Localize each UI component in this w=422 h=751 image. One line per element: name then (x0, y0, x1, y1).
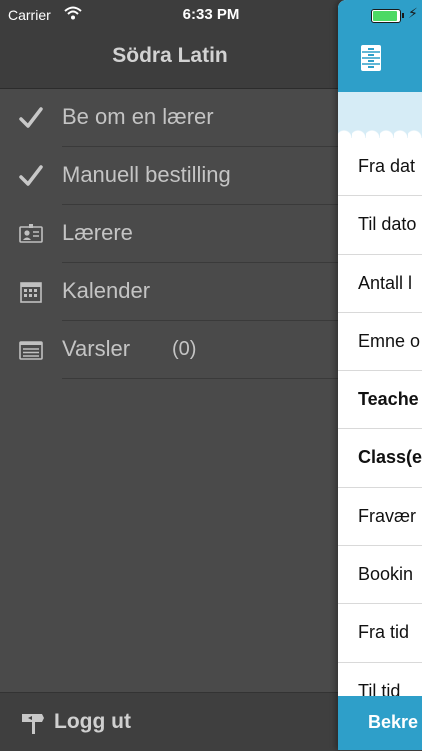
menu-item-varsler[interactable]: Varsler (0) (0, 321, 340, 379)
divider (62, 378, 340, 379)
form-row-booking[interactable]: Bookin (338, 546, 422, 605)
contact-card-icon (18, 222, 44, 246)
signpost-icon (20, 711, 46, 740)
menu-item-label: Be om en lærer (62, 104, 214, 129)
confirm-label: Bekre (368, 712, 419, 732)
menu-item-laerere[interactable]: Lærere (0, 205, 340, 263)
form-row-fra-dato[interactable]: Fra dat (338, 138, 422, 197)
cabinet-icon[interactable] (360, 44, 382, 77)
calendar-icon (18, 280, 44, 304)
form-row-teacher[interactable]: Teache (338, 371, 422, 430)
form-row-class[interactable]: Class(e (338, 429, 422, 488)
header-pattern (338, 92, 422, 138)
menu-item-label: Kalender (62, 278, 151, 303)
form-row-fravaer[interactable]: Fravær (338, 488, 422, 547)
menu-item-label: Manuell bestilling (62, 162, 231, 187)
confirm-button[interactable]: Bekre (338, 696, 422, 750)
battery-icon (371, 9, 404, 23)
checkmark-icon (18, 164, 44, 188)
list-icon (18, 338, 44, 362)
row-label: Teache (358, 389, 419, 410)
form-rows: Fra dat Til dato Antall l Emne o Teache … (338, 138, 422, 721)
logout-label: Logg ut (54, 710, 131, 733)
row-label: Fravær (358, 505, 416, 526)
menu-item-manuell-bestilling[interactable]: Manuell bestilling (0, 147, 340, 205)
charging-icon: ⚡ (408, 5, 418, 21)
menu-item-kalender[interactable]: Kalender (0, 263, 340, 321)
booking-panel: ⚡ Fra dat Til dato Antall l Emne o Teach… (338, 0, 422, 750)
row-label: Fra dat (358, 156, 416, 176)
row-label: Antall l (358, 272, 413, 293)
menu-item-be-om-en-laerer[interactable]: Be om en lærer (0, 89, 340, 147)
notification-count: (0) (172, 338, 197, 360)
form-row-fra-tid[interactable]: Fra tid (338, 604, 422, 663)
row-label: Class(e (358, 447, 422, 468)
checkmark-icon (18, 106, 44, 130)
panel-header: ⚡ (338, 0, 422, 92)
row-label: Fra tid (358, 622, 410, 643)
row-label: Til dato (358, 214, 417, 235)
menu-item-label: Varsler (62, 336, 131, 361)
menu-header: Södra Latin (0, 30, 340, 89)
form-row-antall[interactable]: Antall l (338, 255, 422, 313)
menu-list: Be om en lærer Manuell bestilling Lærere (0, 89, 340, 379)
menu-item-label: Lærere (62, 220, 133, 245)
row-label: Emne o (358, 330, 421, 351)
logout-button[interactable]: Logg ut (0, 692, 340, 751)
menu-title: Södra Latin (112, 44, 228, 67)
row-label: Bookin (358, 564, 414, 585)
form-row-emne[interactable]: Emne o (338, 313, 422, 372)
form-row-til-dato[interactable]: Til dato (338, 196, 422, 255)
